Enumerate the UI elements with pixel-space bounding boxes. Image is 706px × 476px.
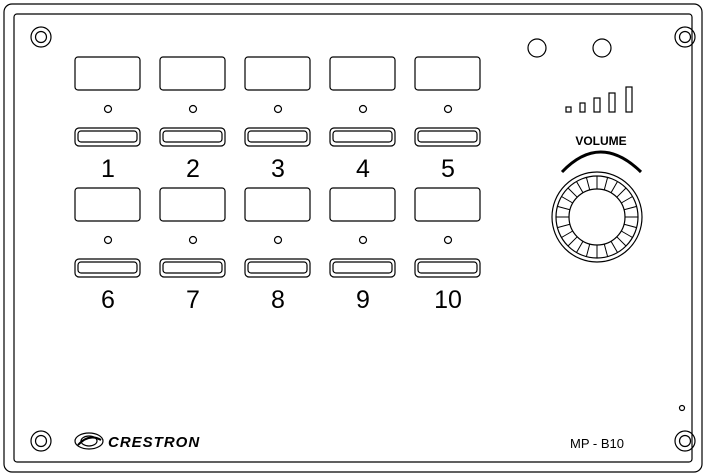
button-8[interactable]: 8 [244, 187, 311, 314]
engraving-window [74, 56, 141, 91]
knob-ridge [561, 230, 574, 238]
knob-ridge [620, 230, 633, 238]
button-number-label: 3 [271, 155, 285, 183]
button-number-label: 8 [271, 286, 285, 314]
knob-ridge [585, 243, 591, 257]
push-button-face [162, 130, 223, 143]
engraving-window [159, 187, 226, 222]
knob-ridge [567, 236, 578, 247]
knob-ridge [561, 196, 574, 204]
button-7[interactable]: 7 [159, 187, 226, 314]
push-button-face [162, 261, 223, 274]
push-button-face [77, 130, 138, 143]
led-indicator [358, 235, 368, 245]
screw-icon-top-left [30, 26, 52, 48]
knob-ridge [557, 223, 571, 229]
crestron-logo: CRESTRON [74, 432, 200, 451]
outer-plate-border [3, 3, 703, 473]
knob-ridge [576, 181, 584, 194]
button-number-label: 4 [356, 155, 370, 183]
knob-ridge [557, 205, 571, 211]
volume-arc [560, 150, 643, 174]
button-number-label: 7 [186, 286, 200, 314]
button-6[interactable]: 6 [74, 187, 141, 314]
led-indicator [188, 104, 198, 114]
button-4[interactable]: 4 [329, 56, 396, 183]
mp-b10-faceplate: 1 2 3 4 5 6 7 8 9 10 VOLUME CRESTRON MP - B10 [3, 3, 703, 473]
knob-ridge [616, 236, 627, 247]
top-hole-left [527, 38, 547, 58]
engraving-window [74, 187, 141, 222]
led-indicator [443, 104, 453, 114]
knob-ridge [620, 196, 633, 204]
push-button-face [332, 261, 393, 274]
push-button-face [417, 261, 478, 274]
model-label: MP - B10 [570, 436, 624, 451]
engraving-window [244, 56, 311, 91]
top-hole-right [592, 38, 612, 58]
engraving-window [244, 187, 311, 222]
volume-label: VOLUME [575, 134, 626, 148]
button-10[interactable]: 10 [414, 187, 481, 314]
button-grid: 1 2 3 4 5 6 7 8 9 10 [74, 56, 481, 314]
button-number-label: 1 [101, 155, 115, 183]
volume-knob-icon[interactable] [551, 171, 643, 263]
button-3[interactable]: 3 [244, 56, 311, 183]
knob-ridge [623, 223, 637, 229]
button-9[interactable]: 9 [329, 187, 396, 314]
push-button-face [332, 130, 393, 143]
brand-label: CRESTRON [108, 434, 200, 451]
led-indicator [443, 235, 453, 245]
button-5[interactable]: 5 [414, 56, 481, 183]
crestron-swirl-icon [74, 432, 104, 450]
led-indicator [358, 104, 368, 114]
knob-ridge [610, 240, 618, 253]
knob-ridge [603, 177, 609, 191]
led-indicator [103, 235, 113, 245]
knob-ridge [585, 177, 591, 191]
button-1[interactable]: 1 [74, 56, 141, 183]
knob-ridge [576, 240, 584, 253]
led-indicator [273, 235, 283, 245]
push-button-face [247, 261, 308, 274]
led-indicator [103, 104, 113, 114]
button-number-label: 2 [186, 155, 200, 183]
knob-ridge [567, 187, 578, 198]
knob-ridge [623, 205, 637, 211]
inner-plate-border [13, 13, 693, 463]
button-number-label: 9 [356, 286, 370, 314]
push-button-face [247, 130, 308, 143]
engraving-window [329, 56, 396, 91]
led-indicator [188, 235, 198, 245]
engraving-window [414, 56, 481, 91]
push-button-face [77, 261, 138, 274]
knob-ridge [616, 187, 627, 198]
button-number-label: 10 [434, 286, 462, 314]
button-number-label: 6 [101, 286, 115, 314]
screw-icon-bottom-left [30, 430, 52, 452]
engraving-window [159, 56, 226, 91]
button-2[interactable]: 2 [159, 56, 226, 183]
knob-ridge [603, 243, 609, 257]
knob-ridge [610, 181, 618, 194]
engraving-window [414, 187, 481, 222]
volume-bars-icon [565, 86, 633, 113]
engraving-window [329, 187, 396, 222]
led-indicator [273, 104, 283, 114]
push-button-face [417, 130, 478, 143]
button-number-label: 5 [441, 155, 455, 183]
ir-sensor-hole [678, 404, 686, 412]
